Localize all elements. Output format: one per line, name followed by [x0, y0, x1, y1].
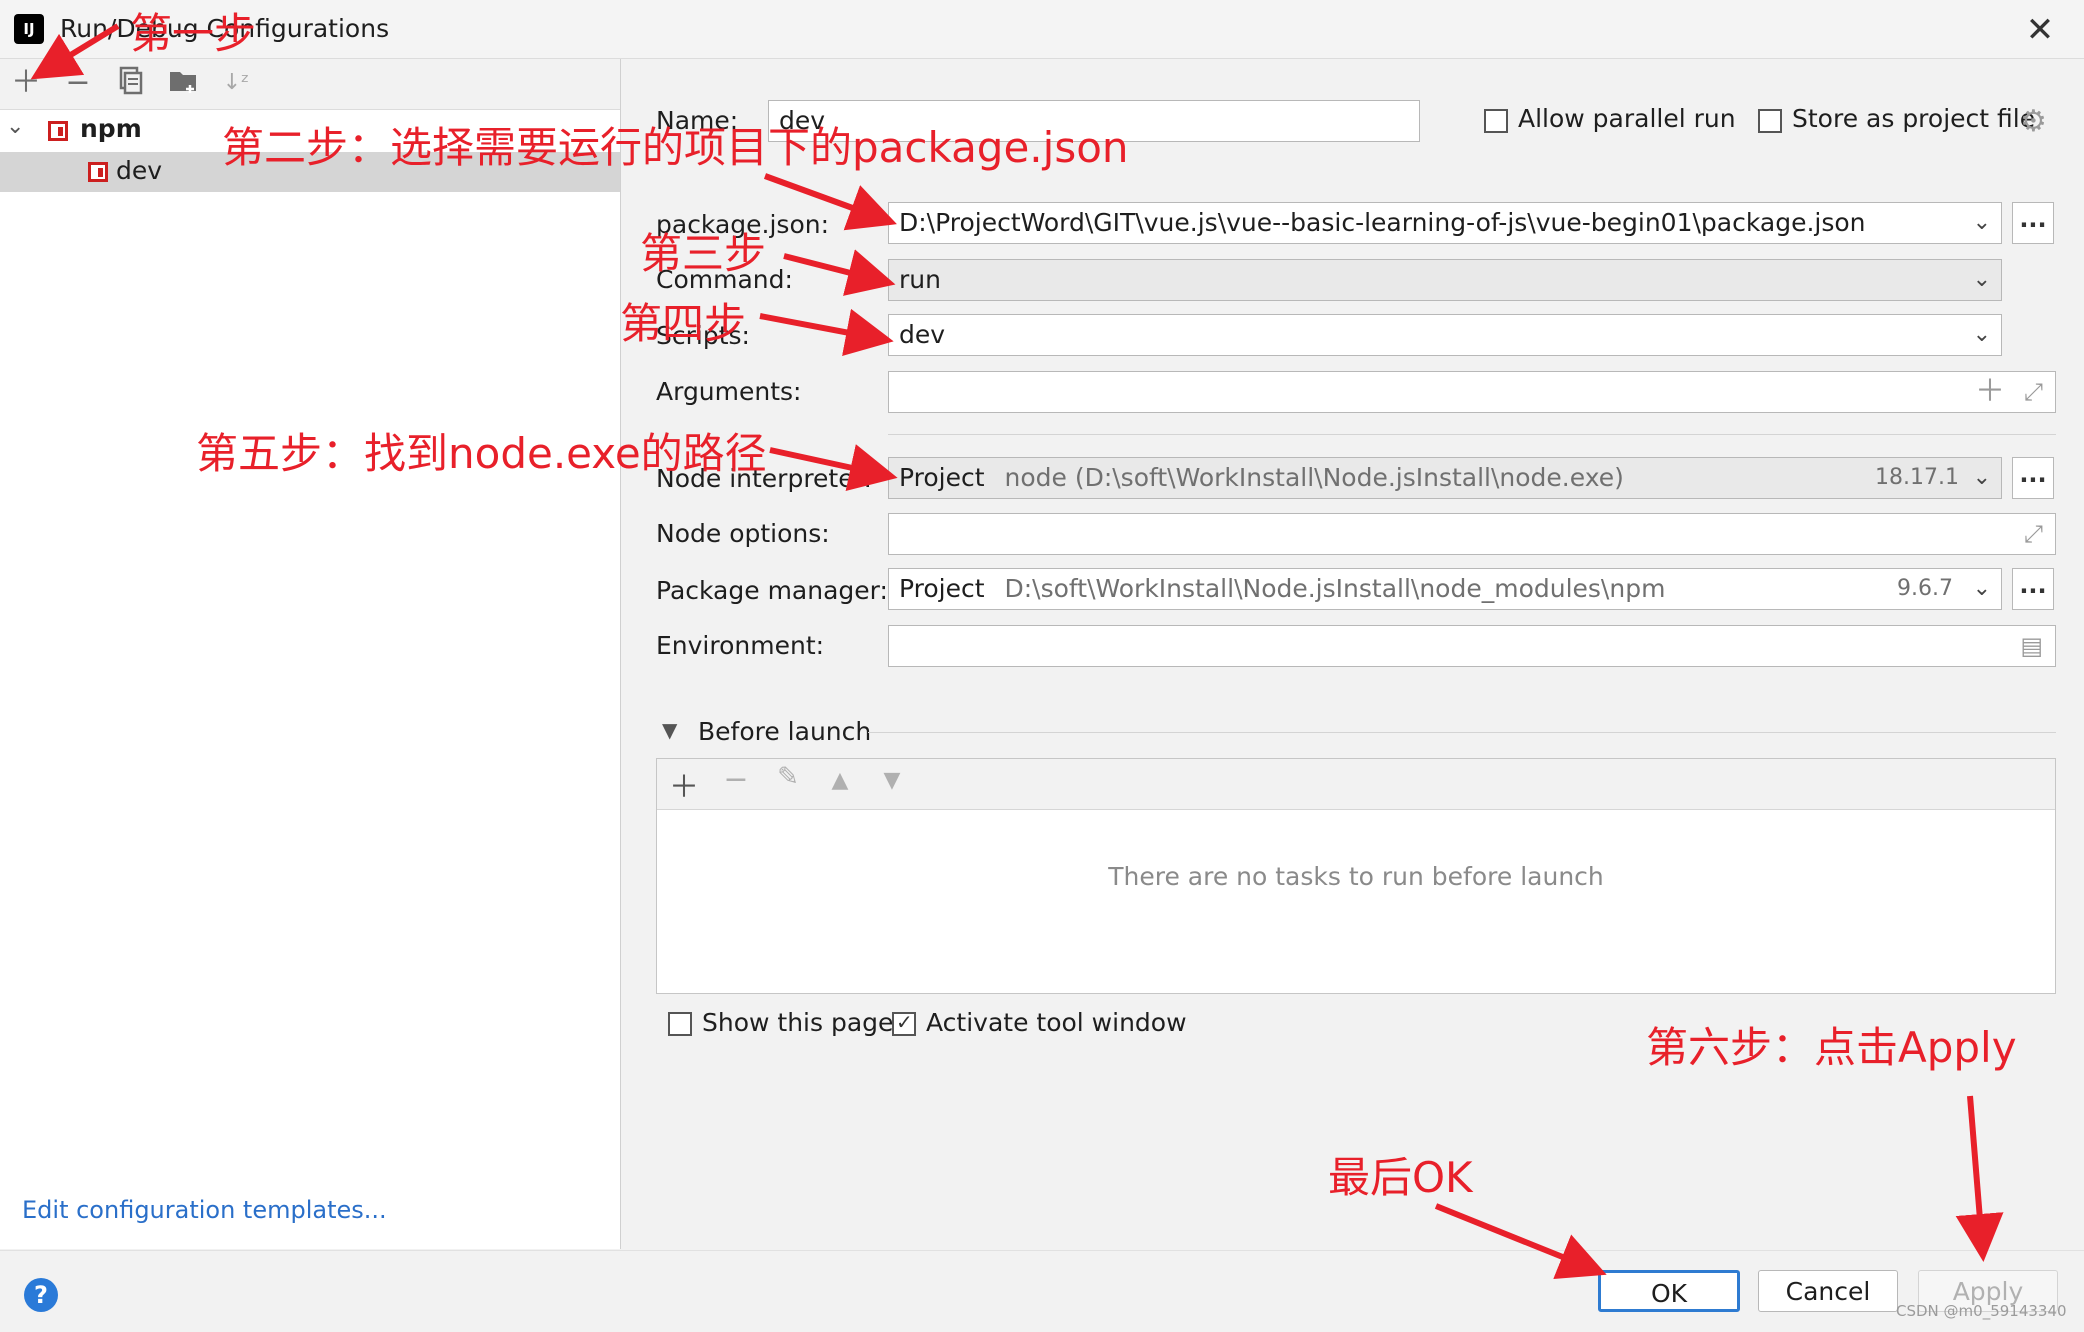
- help-icon[interactable]: ?: [24, 1278, 58, 1312]
- node-interpreter-prefix: Project: [899, 463, 985, 492]
- arrow-step4: [759, 308, 894, 356]
- package-manager-path: D:\soft\WorkInstall\Node.jsInstall\node_…: [1004, 574, 1666, 603]
- browse-package-manager-button[interactable]: ...: [2012, 568, 2054, 610]
- tree-group-label: npm: [80, 114, 142, 143]
- before-launch-toolbar: [657, 759, 2055, 810]
- store-project-checkbox[interactable]: [1758, 109, 1782, 133]
- arrow-step6: [1955, 1095, 2004, 1262]
- copy-icon[interactable]: [112, 65, 148, 101]
- annotation-step1: 第一步: [130, 9, 257, 58]
- sort-icon[interactable]: ↓ᶻ: [218, 65, 254, 101]
- move-down-icon[interactable]: ▼: [872, 768, 912, 793]
- chevron-down-icon[interactable]: ⌄: [1973, 315, 1991, 355]
- scripts-combo[interactable]: dev ⌄: [888, 314, 2002, 356]
- annotation-step2: 第二步：选择需要运行的项目下的package.json: [222, 123, 1129, 172]
- activate-tool-checkbox[interactable]: [892, 1010, 916, 1036]
- annotation-step6: 第六步：点击Apply: [1646, 1023, 2017, 1072]
- annotation-step5: 第五步：找到node.exe的路径: [196, 429, 767, 478]
- tree-item-label: dev: [116, 156, 163, 185]
- npm-version: 9.6.7: [1897, 576, 1953, 601]
- show-page-label: Show this page: [702, 1008, 894, 1037]
- chevron-down-icon[interactable]: ⌄: [1973, 203, 1991, 243]
- watermark: CSDN @m0_59143340: [1896, 1302, 2067, 1320]
- activate-tool-label: Activate tool window: [926, 1008, 1187, 1037]
- chevron-down-icon[interactable]: ⌄: [1973, 260, 1991, 300]
- collapse-triangle-icon[interactable]: ▼: [662, 718, 677, 742]
- chevron-down-icon[interactable]: ⌄: [1973, 458, 1991, 498]
- package-json-value: D:\ProjectWord\GIT\vue.js\vue--basic-lea…: [899, 208, 1866, 237]
- chevron-down-icon[interactable]: ⌄: [6, 114, 24, 139]
- node-interpreter-path: node (D:\soft\WorkInstall\Node.jsInstall…: [1004, 463, 1624, 492]
- cancel-button[interactable]: Cancel: [1758, 1270, 1898, 1312]
- npm-icon: [88, 162, 108, 182]
- expand-icon[interactable]: ⤢: [2024, 372, 2043, 412]
- annotation-step4: 第四步: [620, 299, 747, 348]
- empty-tasks-message: There are no tasks to run before launch: [1108, 862, 1604, 891]
- ok-button[interactable]: OK: [1598, 1270, 1740, 1312]
- folder-add-icon[interactable]: [166, 65, 202, 101]
- arguments-label: Arguments:: [656, 377, 802, 406]
- environment-input[interactable]: ▤: [888, 625, 2056, 667]
- store-project-label: Store as project file: [1792, 104, 2036, 133]
- environment-label: Environment:: [656, 631, 825, 660]
- configurations-tree-panel: [0, 59, 621, 1249]
- node-interpreter-combo[interactable]: Project node (D:\soft\WorkInstall\Node.j…: [888, 457, 2002, 499]
- edit-pencil-icon[interactable]: ✎: [768, 762, 808, 792]
- close-icon[interactable]: ✕: [2020, 10, 2060, 50]
- allow-parallel-label: Allow parallel run: [1518, 104, 1736, 133]
- node-options-input[interactable]: ⤢: [888, 513, 2056, 555]
- arguments-input[interactable]: ＋ ⤢: [888, 371, 2056, 413]
- document-icon[interactable]: ▤: [2020, 626, 2043, 666]
- move-up-icon[interactable]: ▲: [820, 768, 860, 793]
- browse-package-json-button[interactable]: ...: [2012, 202, 2054, 244]
- add-icon[interactable]: ＋: [1975, 372, 2005, 412]
- edit-configuration-templates-link[interactable]: Edit configuration templates...: [22, 1196, 387, 1224]
- node-version: 18.17.1: [1875, 465, 1959, 490]
- allow-parallel-checkbox[interactable]: [1484, 109, 1508, 133]
- package-manager-combo[interactable]: Project D:\soft\WorkInstall\Node.jsInsta…: [888, 568, 2002, 610]
- chevron-down-icon[interactable]: ⌄: [1973, 569, 1991, 609]
- annotation-final: 最后OK: [1328, 1153, 1473, 1202]
- intellij-app-icon: IJ: [10, 10, 48, 48]
- separator: [868, 732, 2056, 733]
- package-manager-label: Package manager:: [656, 576, 888, 605]
- scripts-value: dev: [899, 320, 946, 349]
- add-icon[interactable]: ＋: [664, 762, 704, 806]
- node-options-label: Node options:: [656, 519, 830, 548]
- npm-icon: [48, 121, 68, 141]
- separator: [888, 434, 2056, 435]
- arrow-step3: [783, 249, 896, 296]
- add-icon[interactable]: ＋: [8, 65, 44, 101]
- annotation-step3: 第三步: [640, 229, 767, 278]
- command-value: run: [899, 265, 941, 294]
- remove-icon[interactable]: −: [60, 65, 96, 101]
- gear-icon[interactable]: ⚙: [2020, 104, 2047, 139]
- before-launch-title[interactable]: Before launch: [698, 717, 871, 746]
- command-combo[interactable]: run ⌄: [888, 259, 2002, 301]
- expand-icon[interactable]: ⤢: [2024, 514, 2043, 554]
- show-page-checkbox[interactable]: [668, 1012, 692, 1036]
- browse-node-interpreter-button[interactable]: ...: [2012, 457, 2054, 499]
- remove-icon[interactable]: −: [716, 762, 756, 797]
- package-manager-prefix: Project: [899, 574, 985, 603]
- package-json-combo[interactable]: D:\ProjectWord\GIT\vue.js\vue--basic-lea…: [888, 202, 2002, 244]
